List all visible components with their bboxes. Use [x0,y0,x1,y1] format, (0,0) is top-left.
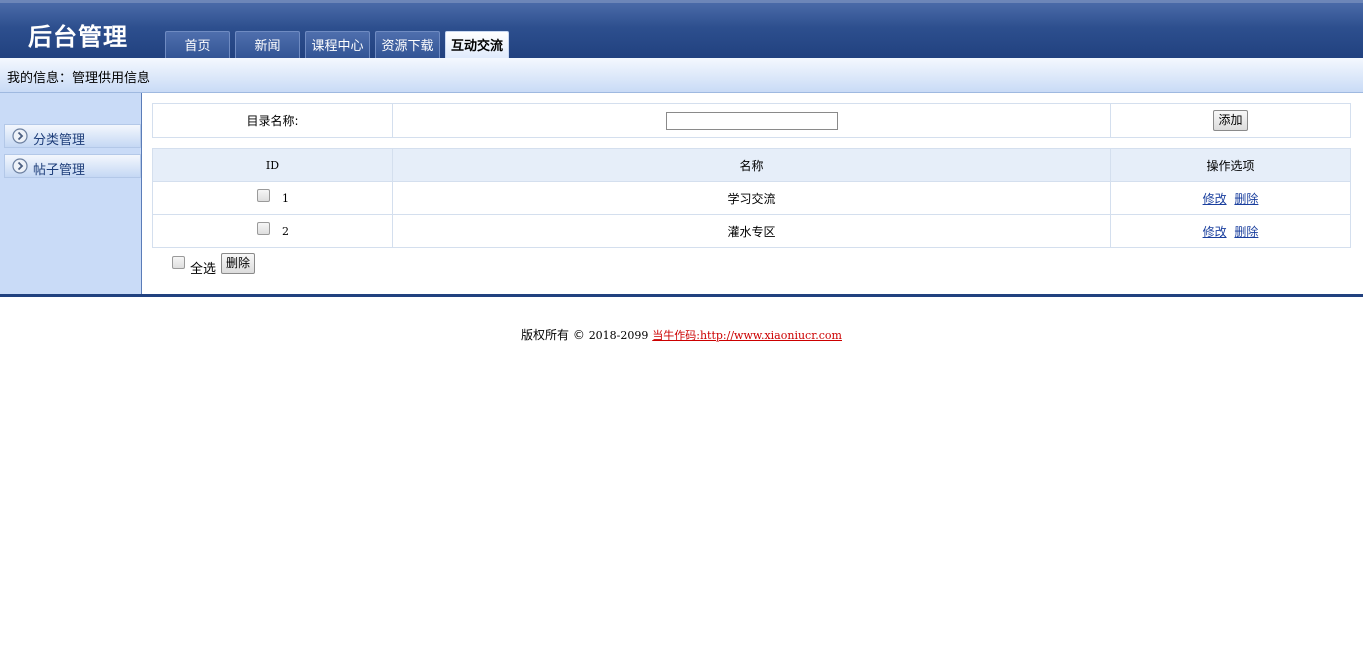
sidebar-item-category[interactable]: 分类管理 [4,124,141,148]
footer: 版权所有 © 2018-2099 当牛作码:http://www.xiaoniu… [0,326,1363,343]
sidebar-item-label: 分类管理 [33,133,86,148]
tab-downloads[interactable]: 资源下载 [375,31,440,61]
row-name: 灌水专区 [392,214,1111,248]
tab-news[interactable]: 新闻 [235,31,300,61]
column-header-name: 名称 [392,148,1111,182]
category-name-input[interactable] [665,111,838,130]
copyright-text: 版权所有 [521,328,570,342]
info-bar: 我的信息：管理供用信息 [0,58,1363,93]
divider-bar [0,294,1363,297]
category-name-label: 目录名称: [152,103,393,138]
column-header-id: ID [152,148,393,182]
row-checkbox[interactable] [257,189,270,202]
tab-home[interactable]: 首页 [165,31,230,61]
add-button[interactable]: 添加 [1213,110,1248,131]
row-checkbox[interactable] [257,222,270,235]
delete-link[interactable]: 删除 [1234,192,1258,206]
credit-link[interactable]: 当牛作码:http://www.xiaoniucr.com [652,329,842,342]
sidebar-item-posts[interactable]: 帖子管理 [4,154,141,178]
header-bar: 后台管理 首页 新闻 课程中心 资源下载 互动交流 [0,0,1363,61]
table-row: 2 灌水专区 修改 删除 [152,214,1351,248]
app-logo: 后台管理 [28,22,128,51]
bulk-delete-button[interactable]: 删除 [221,253,256,274]
category-table: ID 名称 操作选项 1 学习交流 修改 删除 2 灌水专区 修改 删除 [152,148,1351,248]
edit-link[interactable]: 修改 [1203,192,1227,206]
circle-arrow-right-icon [12,158,28,174]
main-content: 目录名称: 添加 ID 名称 操作选项 1 学习交流 修改 删除 2 灌水专区 … [152,103,1351,280]
table-row: 1 学习交流 修改 删除 [152,181,1351,215]
copyright-years: 2018-2099 [588,329,649,342]
copyright-symbol: © [572,328,585,342]
row-id: 2 [282,225,289,238]
row-id: 1 [282,192,289,205]
sidebar-item-label: 帖子管理 [33,163,86,178]
tab-courses[interactable]: 课程中心 [305,31,370,61]
sidebar: 分类管理 帖子管理 [0,93,142,294]
table-header-row: ID 名称 操作选项 [152,148,1351,182]
delete-link[interactable]: 删除 [1234,225,1258,239]
add-category-form: 目录名称: 添加 [152,103,1351,138]
column-header-actions: 操作选项 [1110,148,1351,182]
tab-interaction[interactable]: 互动交流 [445,31,509,61]
select-all-checkbox[interactable] [172,256,185,269]
select-all-label: 全选 [190,262,217,277]
row-name: 学习交流 [392,181,1111,215]
circle-arrow-right-icon [12,128,28,144]
info-text: 我的信息：管理供用信息 [7,71,151,86]
edit-link[interactable]: 修改 [1203,225,1227,239]
bulk-actions: 全选 删除 [152,248,1350,280]
